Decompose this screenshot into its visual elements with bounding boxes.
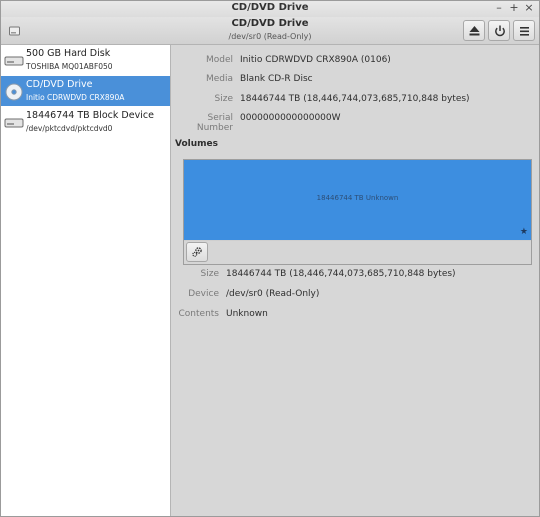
volume-block-label: 18446744 TB Unknown: [316, 194, 399, 202]
block-device-icon: [4, 118, 24, 128]
volume-contents-label: Contents: [178, 309, 219, 319]
volume-toolbar: [184, 241, 531, 264]
volume-options-button[interactable]: [186, 242, 208, 262]
model-label: Model: [205, 55, 233, 65]
page-subtitle: /dev/sr0 (Read-Only): [228, 32, 312, 41]
star-icon: ★: [519, 227, 528, 237]
header-bar: CD/DVD Drive /dev/sr0 (Read-Only): [1, 17, 539, 45]
sidebar-item-label: 18446744 TB Block Device: [26, 110, 154, 121]
serial-number-value: 0000000000000000W: [240, 113, 341, 123]
optical-disc-icon: [5, 83, 23, 101]
sidebar-item-label: CD/DVD Drive: [26, 79, 93, 90]
sidebar-item-cd-dvd-drive[interactable]: CD/DVD Drive Initio CDRWDVD CRX890A: [1, 76, 170, 106]
volume-device-label: Device: [188, 289, 219, 299]
hamburger-menu-icon: [520, 27, 529, 36]
sidebar-item-hard-disk[interactable]: 500 GB Hard Disk TOSHIBA MQ01ABF050: [1, 45, 170, 75]
volumes-heading: Volumes: [175, 139, 218, 149]
model-value: Initio CDRWDVD CRX890A (0106): [240, 55, 391, 65]
power-off-button[interactable]: [488, 20, 510, 41]
menu-button[interactable]: [513, 20, 535, 41]
sidebar-item-block-device[interactable]: 18446744 TB Block Device /dev/pktcdvd/pk…: [1, 107, 170, 137]
close-icon[interactable]: ×: [521, 1, 537, 14]
gears-icon: [192, 247, 202, 257]
window-titlebar[interactable]: CD/DVD Drive – + ×: [1, 1, 539, 18]
serial-number-label: Serial Number: [196, 113, 233, 133]
eject-button[interactable]: [463, 20, 485, 41]
volume-contents-value: Unknown: [226, 309, 268, 319]
size-value: 18446744 TB (18,446,744,073,685,710,848 …: [240, 94, 470, 104]
drive-details-panel: Model Initio CDRWDVD CRX890A (0106) Medi…: [171, 45, 539, 516]
media-value: Blank CD-R Disc: [240, 74, 313, 84]
sidebar-item-label: 500 GB Hard Disk: [26, 48, 111, 59]
sidebar-item-sublabel: Initio CDRWDVD CRX890A: [26, 93, 125, 102]
power-icon: [495, 25, 505, 37]
sidebar-item-sublabel: TOSHIBA MQ01ABF050: [26, 62, 113, 71]
volume-size-value: 18446744 TB (18,446,744,073,685,710,848 …: [226, 269, 456, 279]
maximize-icon[interactable]: +: [506, 1, 522, 14]
size-label: Size: [214, 94, 233, 104]
sidebar-item-sublabel: /dev/pktcdvd/pktcdvd0: [26, 124, 113, 133]
minimize-icon[interactable]: –: [491, 1, 507, 14]
hard-disk-icon: [4, 56, 24, 66]
volume-block[interactable]: 18446744 TB Unknown ★: [184, 160, 531, 240]
volume-map: 18446744 TB Unknown ★: [183, 159, 532, 265]
window-title: CD/DVD Drive: [231, 2, 309, 13]
device-sidebar: 500 GB Hard Disk TOSHIBA MQ01ABF050 CD/D…: [1, 45, 171, 516]
page-title: CD/DVD Drive: [231, 18, 309, 29]
volume-device-value: /dev/sr0 (Read-Only): [226, 289, 320, 299]
app-window: CD/DVD Drive – + × CD/DVD Drive /dev/sr0…: [0, 0, 540, 517]
media-label: Media: [205, 74, 233, 84]
volume-size-label: Size: [200, 269, 219, 279]
eject-icon: [469, 26, 480, 36]
